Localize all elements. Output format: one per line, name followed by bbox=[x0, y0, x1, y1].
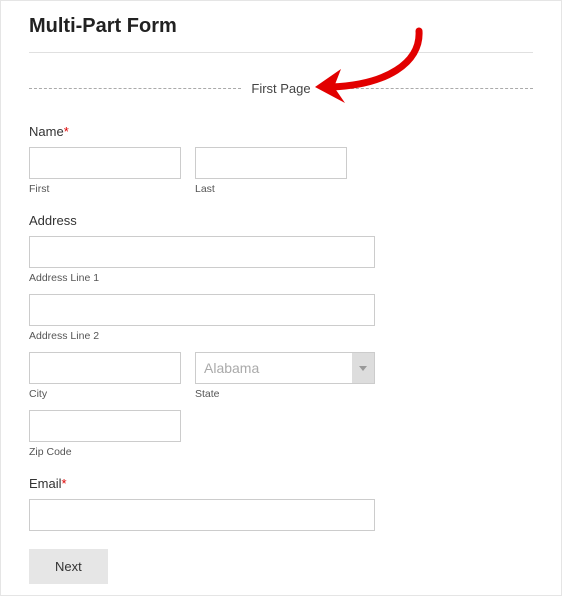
state-select[interactable]: Alabama bbox=[195, 352, 375, 384]
required-marker: * bbox=[62, 476, 67, 491]
next-button[interactable]: Next bbox=[29, 549, 108, 584]
city-sublabel: City bbox=[29, 388, 181, 400]
last-name-sublabel: Last bbox=[195, 183, 347, 195]
dashed-left bbox=[29, 88, 241, 89]
address-group: Address Address Line 1 Address Line 2 Ci… bbox=[29, 213, 533, 458]
last-name-input[interactable] bbox=[195, 147, 347, 179]
address-label: Address bbox=[29, 213, 533, 228]
email-label: Email* bbox=[29, 476, 533, 491]
chevron-down-icon bbox=[352, 353, 374, 383]
dashed-right bbox=[321, 88, 533, 89]
page-marker-label: First Page bbox=[241, 81, 320, 96]
zip-sublabel: Zip Code bbox=[29, 446, 533, 458]
name-label-text: Name bbox=[29, 124, 64, 139]
zip-input[interactable] bbox=[29, 410, 181, 442]
page-title: Multi-Part Form bbox=[29, 15, 533, 38]
address-line2-sublabel: Address Line 2 bbox=[29, 330, 533, 342]
email-input[interactable] bbox=[29, 499, 375, 531]
annotation-arrow-icon bbox=[301, 25, 431, 120]
email-label-text: Email bbox=[29, 476, 62, 491]
required-marker: * bbox=[64, 124, 69, 139]
first-name-input[interactable] bbox=[29, 147, 181, 179]
email-group: Email* bbox=[29, 476, 533, 531]
divider bbox=[29, 52, 533, 53]
state-sublabel: State bbox=[195, 388, 375, 400]
address-line2-input[interactable] bbox=[29, 294, 375, 326]
name-label: Name* bbox=[29, 124, 533, 139]
state-selected-value: Alabama bbox=[196, 360, 352, 376]
form-container: Multi-Part Form First Page Name* First L… bbox=[0, 0, 562, 596]
page-marker-row: First Page bbox=[29, 81, 533, 96]
first-name-sublabel: First bbox=[29, 183, 181, 195]
name-group: Name* First Last bbox=[29, 124, 533, 195]
address-line1-sublabel: Address Line 1 bbox=[29, 272, 533, 284]
address-line1-input[interactable] bbox=[29, 236, 375, 268]
city-input[interactable] bbox=[29, 352, 181, 384]
